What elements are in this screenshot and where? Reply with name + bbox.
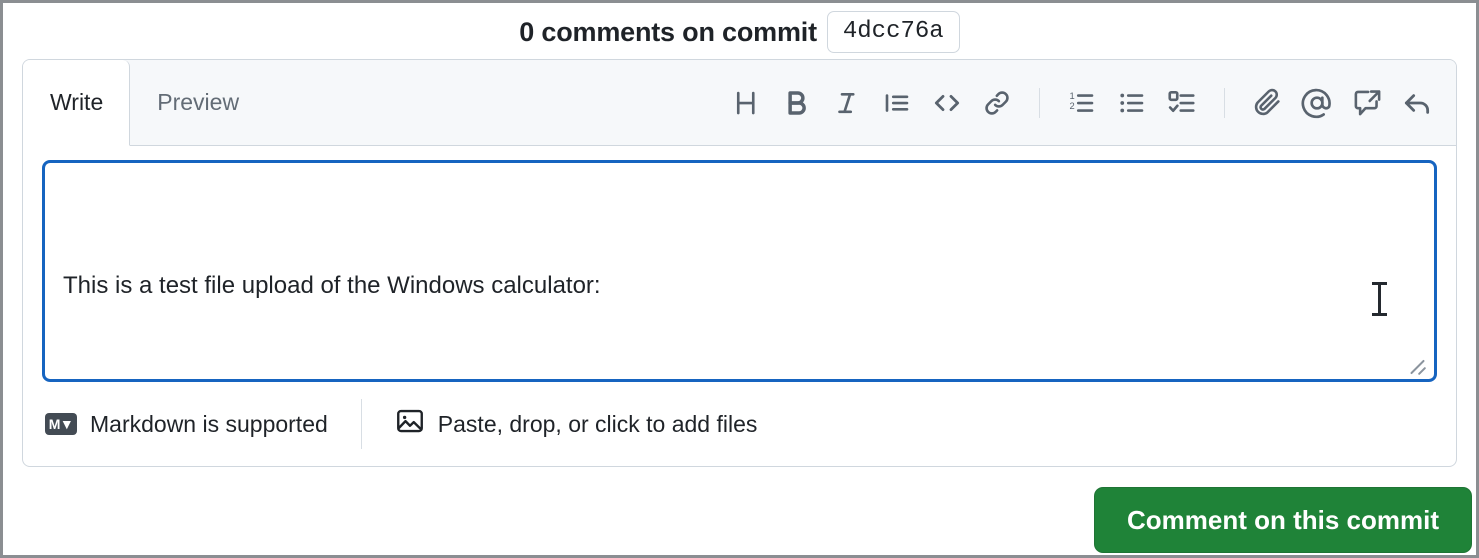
bold-icon [782, 88, 812, 118]
page-title: 0 comments on commit [519, 16, 817, 47]
task-list-icon [1167, 88, 1197, 118]
bulleted-list-icon-button[interactable] [1107, 78, 1157, 128]
bulleted-list-icon [1117, 88, 1147, 118]
comment-textarea-wrap: This is a test file upload of the Window… [23, 146, 1456, 382]
submit-row: Comment on this commit [3, 467, 1472, 553]
comment-line-1: This is a test file upload of the Window… [63, 272, 601, 299]
numbered-list-icon: 1 2 [1067, 88, 1097, 118]
comment-form-screen: 0 comments on commit 4dcc76a Write Previ… [0, 0, 1479, 558]
attach-file-icon [1252, 87, 1283, 118]
mention-icon-button[interactable] [1292, 78, 1342, 128]
tab-list: Write Preview [23, 60, 266, 146]
markdown-supported-link[interactable]: M ▼ Markdown is supported [45, 411, 328, 438]
toolbar-separator-1 [1039, 87, 1040, 118]
markdown-icon-arrow: ▼ [59, 416, 74, 432]
heading-icon-button[interactable] [722, 78, 772, 128]
reply-icon-button[interactable] [1392, 78, 1442, 128]
saved-reply-icon-button[interactable] [1342, 78, 1392, 128]
markdown-icon-letter: M [48, 416, 61, 432]
reply-icon [1401, 87, 1433, 119]
quote-icon-button[interactable] [872, 78, 922, 128]
add-files-button[interactable]: Paste, drop, or click to add files [395, 406, 758, 442]
italic-icon [832, 88, 862, 118]
mention-icon [1301, 87, 1333, 119]
markdown-toolbar: 1 2 [266, 60, 1456, 145]
textarea-resize-handle[interactable] [1406, 353, 1428, 375]
comment-textarea[interactable]: This is a test file upload of the Window… [42, 160, 1437, 382]
tab-preview[interactable]: Preview [130, 60, 266, 145]
comment-box: Write Preview 1 2 This is a test file up… [22, 59, 1457, 467]
commit-sha-badge: 4dcc76a [826, 11, 960, 53]
comment-on-commit-button[interactable]: Comment on this commit [1093, 487, 1472, 553]
tab-write-label: Write [50, 88, 104, 115]
footer-separator [360, 399, 362, 449]
markdown-supported-label: Markdown is supported [90, 410, 328, 437]
code-icon [931, 87, 963, 119]
link-icon-button[interactable] [972, 78, 1022, 128]
bold-icon-button[interactable] [772, 78, 822, 128]
page-header: 0 comments on commit 4dcc76a [3, 3, 1476, 59]
code-icon-button[interactable] [922, 78, 972, 128]
editor-tabbar: Write Preview 1 2 [23, 60, 1456, 146]
italic-icon-button[interactable] [822, 78, 872, 128]
svg-text:1: 1 [1070, 90, 1075, 100]
link-icon [982, 88, 1012, 118]
add-files-label: Paste, drop, or click to add files [437, 410, 758, 437]
task-list-icon-button[interactable] [1157, 78, 1207, 128]
editor-footer: M ▼ Markdown is supported Paste, drop, or… [23, 382, 1456, 466]
tab-write[interactable]: Write [23, 60, 131, 146]
attach-file-icon-button[interactable] [1242, 78, 1292, 128]
saved-reply-icon [1352, 87, 1383, 118]
toolbar-separator-2 [1224, 87, 1225, 118]
quote-icon [882, 88, 912, 118]
numbered-list-icon-button[interactable]: 1 2 [1057, 78, 1107, 128]
heading-icon [732, 88, 762, 118]
image-upload-icon [395, 406, 425, 442]
markdown-icon: M ▼ [45, 413, 77, 435]
svg-text:2: 2 [1070, 101, 1075, 111]
tab-preview-label: Preview [157, 88, 240, 115]
